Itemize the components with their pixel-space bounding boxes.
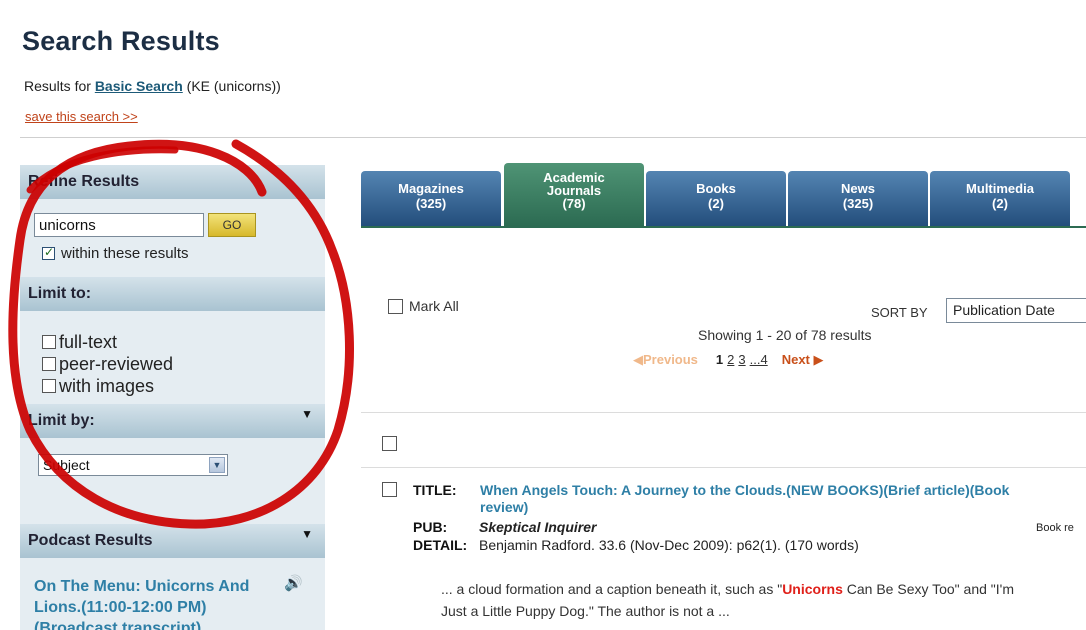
sort-by-select[interactable]: Publication Date xyxy=(946,298,1086,323)
limit-by-select[interactable]: Subject ▼ xyxy=(38,454,228,476)
peer-reviewed-option[interactable]: peer-reviewed xyxy=(42,353,325,375)
pagination: ◀Previous 1 2 3 ...4 Next ▶ xyxy=(633,352,824,368)
divider xyxy=(361,467,1086,468)
next-page-link[interactable]: Next ▶ xyxy=(782,352,824,368)
divider xyxy=(20,137,1086,138)
page-title: Search Results xyxy=(22,26,220,56)
search-results-page: Search Results Results for Basic Search … xyxy=(0,0,1086,630)
tab-multimedia[interactable]: Multimedia (2) xyxy=(930,171,1070,226)
result-checkbox[interactable] xyxy=(382,482,397,498)
result-snippet: ... a cloud formation and a caption bene… xyxy=(441,581,1014,619)
mark-all-checkbox[interactable] xyxy=(388,298,403,314)
title-label: TITLE: xyxy=(413,482,457,498)
tab-news[interactable]: News (325) xyxy=(788,171,928,226)
result-select[interactable] xyxy=(382,481,397,499)
tab-magazines[interactable]: Magazines (325) xyxy=(361,171,501,226)
peer-reviewed-checkbox[interactable] xyxy=(42,357,56,371)
sidebar: Refine Results GO within these results L… xyxy=(20,165,325,630)
document-type-label: Book re xyxy=(1036,522,1074,534)
mark-all-option[interactable]: Mark All xyxy=(388,298,459,314)
speaker-icon[interactable]: 🔊 xyxy=(284,574,303,592)
result-title-link[interactable]: When Angels Touch: A Journey to the Clou… xyxy=(480,482,1040,516)
page-link-3[interactable]: 3 xyxy=(738,352,745,367)
select-checkbox[interactable] xyxy=(382,436,397,452)
full-text-checkbox[interactable] xyxy=(42,335,56,349)
page-link-2[interactable]: 2 xyxy=(727,352,734,367)
collapse-triangle-icon[interactable]: ▼ xyxy=(301,407,313,421)
with-images-option[interactable]: with images xyxy=(42,375,325,397)
divider xyxy=(361,412,1086,413)
podcast-results-header[interactable]: Podcast Results ▼ xyxy=(20,524,325,558)
limit-to-options: full-text peer-reviewed with images xyxy=(20,311,325,404)
highlighted-term: Unicorns xyxy=(782,581,843,597)
refine-body: GO within these results xyxy=(20,199,325,277)
pub-label: PUB: xyxy=(413,519,448,535)
current-page: 1 xyxy=(715,352,724,367)
page-header: Search Results xyxy=(22,26,220,57)
save-search-link[interactable]: save this search >> xyxy=(25,109,138,124)
within-results-option[interactable]: within these results xyxy=(42,245,189,262)
limit-to-header: Limit to: xyxy=(20,277,325,311)
results-count: Showing 1 - 20 of 78 results xyxy=(698,327,872,343)
basic-search-link[interactable]: Basic Search xyxy=(95,78,183,94)
detail-value: Benjamin Radford. 33.6 (Nov-Dec 2009): p… xyxy=(479,537,859,553)
podcast-link[interactable]: On The Menu: Unicorns And Lions.(11:00-1… xyxy=(34,576,274,630)
with-images-checkbox[interactable] xyxy=(42,379,56,393)
previous-page-link[interactable]: ◀Previous xyxy=(633,352,698,368)
full-text-option[interactable]: full-text xyxy=(42,331,325,353)
content-type-tabs: Magazines (325) Academic Journals (78) Boo… xyxy=(361,163,1086,226)
detail-label: DETAIL: xyxy=(413,537,468,553)
go-button[interactable]: GO xyxy=(208,213,256,237)
page-link-4[interactable]: ...4 xyxy=(750,352,768,367)
tab-underline xyxy=(361,226,1086,228)
publication-name: Skeptical Inquirer xyxy=(479,519,597,535)
collapse-triangle-icon[interactable]: ▼ xyxy=(301,527,313,541)
select-row[interactable] xyxy=(382,435,397,453)
results-for-text: Results for Basic Search (KE (unicorns)) xyxy=(24,78,281,94)
refine-search-input[interactable] xyxy=(34,213,204,237)
sort-by-label: SORT BY xyxy=(871,305,928,320)
within-results-checkbox[interactable] xyxy=(42,245,55,260)
refine-results-header: Refine Results xyxy=(20,165,325,199)
limit-by-body: Subject ▼ xyxy=(20,438,325,524)
tab-academic-journals[interactable]: Academic Journals (78) xyxy=(504,163,644,226)
limit-by-header[interactable]: Limit by: ▼ xyxy=(20,404,325,438)
podcast-results-body: On The Menu: Unicorns And Lions.(11:00-1… xyxy=(20,558,325,630)
tab-books[interactable]: Books (2) xyxy=(646,171,786,226)
chevron-down-icon[interactable]: ▼ xyxy=(209,457,225,473)
